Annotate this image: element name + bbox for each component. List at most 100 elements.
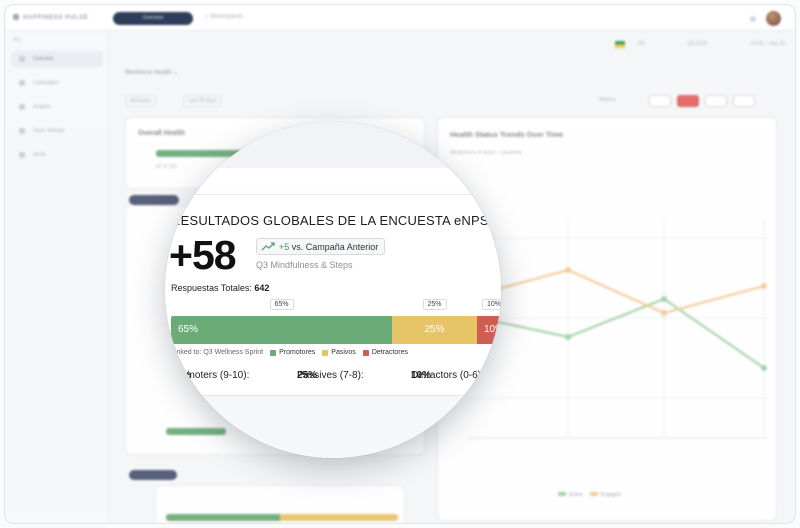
promoters-stat: Promoters (9-10): 65% xyxy=(171,370,249,381)
legend-label: Pasivos xyxy=(331,349,356,356)
stat-label: Promoters (9-10): xyxy=(171,370,250,381)
date-range[interactable]: Jul 01 – Sep 30 xyxy=(750,41,785,47)
enps-title: RESULTADOS GLOBALES DE LA ENCUESTA eNPS xyxy=(171,213,489,228)
notification-icon[interactable] xyxy=(750,15,756,22)
sidebar-item-campaigns[interactable]: Campaigns xyxy=(11,75,103,91)
sidebar-header: ALL xyxy=(13,37,22,43)
enps-score: +58 xyxy=(169,232,237,278)
insights-icon xyxy=(19,104,25,110)
data-point xyxy=(565,267,571,273)
bar-legend: Linked to: Q3 Wellness Sprint Promotores… xyxy=(171,349,408,356)
legend-label: Detractores xyxy=(371,349,408,356)
workspace-label: Workspaces xyxy=(210,14,244,20)
chart-legend: Active Engaged xyxy=(558,492,621,498)
overview-button[interactable]: Overview xyxy=(113,12,193,25)
filter-toggle-1[interactable] xyxy=(649,95,671,107)
sub-header: DE Q3 2024 Jul 01 – Sep 30 xyxy=(109,31,795,57)
breadcrumb[interactable]: Workforce Health ⌄ xyxy=(125,69,178,76)
wellness-bar-green xyxy=(166,514,280,521)
sidebar: ALL Overview Campaigns Insights Team Set… xyxy=(5,31,109,523)
legend-swatch-green xyxy=(558,492,566,496)
filter-toggle-4[interactable] xyxy=(733,95,755,107)
passives-segment[interactable]: 25% xyxy=(392,316,477,344)
legend-swatch-red xyxy=(362,349,369,356)
data-point xyxy=(565,334,571,340)
stat-label: Passives (7-8): xyxy=(297,370,364,381)
filter-toggle-active[interactable] xyxy=(677,95,699,107)
legend-label: Promotores xyxy=(279,349,316,356)
top-bar: HAPPINESS PULSE Overview ⌂ Workspaces xyxy=(5,5,795,31)
passives-tag: 25% xyxy=(422,299,447,310)
enps-results-card: RESULTADOS GLOBALES DE LA ENCUESTA eNPS … xyxy=(165,194,501,396)
segment-filter[interactable]: All teams xyxy=(125,95,156,107)
country-code: DE xyxy=(638,41,645,47)
sidebar-item-overview[interactable]: Overview xyxy=(11,51,103,67)
sidebar-item-label: Insights xyxy=(33,104,51,110)
avatar[interactable] xyxy=(766,11,781,26)
filter-toggle-3[interactable] xyxy=(705,95,727,107)
legend-passives: Pasivos xyxy=(322,349,356,356)
wellness-bar-yellow xyxy=(280,514,398,521)
series-line-active xyxy=(497,297,765,369)
delta-label: vs. Campaña Anterior xyxy=(289,241,379,252)
campaign-name: Q3 Mindfulness & Steps xyxy=(256,260,353,270)
data-point xyxy=(661,310,667,316)
linked-label: Linked to: xyxy=(171,349,202,356)
legend-label: Active xyxy=(569,492,583,498)
breadcrumb-label: Workforce Health xyxy=(125,70,172,76)
top-right-icons xyxy=(750,11,781,26)
filter-bar: All teams Last 90 days Metrics xyxy=(125,95,775,109)
series-line-engaged xyxy=(497,268,765,315)
workspace-selector[interactable]: ⌂ Workspaces xyxy=(205,14,243,20)
legend-promoters: Promotores xyxy=(270,349,315,356)
delta-badge: +5 vs. Campaña Anterior xyxy=(256,238,386,255)
app-window: HAPPINESS PULSE Overview ⌂ Workspaces AL… xyxy=(4,4,796,524)
trend-up-icon xyxy=(261,242,275,251)
settings-icon xyxy=(19,128,25,134)
sidebar-item-insights[interactable]: Insights xyxy=(11,99,103,115)
responses-value: 642 xyxy=(254,283,270,293)
percentage-tags: 65% 25% 10% xyxy=(171,299,501,311)
legend-swatch-orange xyxy=(589,492,598,496)
delta-value: +5 xyxy=(279,241,290,252)
magnifier-lens: RESULTADOS GLOBALES DE LA ENCUESTA eNPS … xyxy=(165,122,501,458)
logo-icon xyxy=(13,14,19,20)
data-point xyxy=(761,365,767,371)
brand-name: HAPPINESS PULSE xyxy=(23,15,89,21)
detractors-segment[interactable]: 10% xyxy=(477,316,501,344)
bell-icon xyxy=(19,152,25,158)
mental-wellness-card xyxy=(155,485,405,523)
campaign-icon xyxy=(19,80,25,86)
detractors-tag: 10% xyxy=(481,299,501,310)
responses-label: Respuestas Totales: xyxy=(171,283,255,293)
range-filter[interactable]: Last 90 days xyxy=(183,95,222,107)
lens-lower-area xyxy=(165,398,501,458)
home-icon xyxy=(19,56,25,62)
enps-stacked-bar: 65% 25% 10% xyxy=(171,316,501,344)
sidebar-item-team-settings[interactable]: Team Settings xyxy=(11,123,103,139)
legend-label: Engaged xyxy=(600,492,621,498)
data-point xyxy=(661,296,667,302)
sidebar-item-alerts[interactable]: Alerts xyxy=(11,147,103,163)
legend-swatch-green xyxy=(270,349,277,356)
promoters-segment[interactable]: 65% xyxy=(171,316,392,344)
sidebar-item-label: Team Settings xyxy=(33,128,65,134)
stat-label: Detractors (0-6): xyxy=(411,370,484,381)
passives-stat: Passives (7-8): 25% xyxy=(297,370,364,381)
view-label: Metrics xyxy=(599,97,616,103)
legend-detractors: Detractores xyxy=(362,349,408,356)
legend-swatch-yellow xyxy=(322,349,329,356)
data-point xyxy=(761,283,767,289)
linked-to[interactable]: Linked to: Q3 Wellness Sprint xyxy=(171,349,263,356)
sidebar-item-label: Alerts xyxy=(33,152,46,158)
promoters-tag: 65% xyxy=(269,299,294,310)
sidebar-item-label: Overview xyxy=(33,56,54,62)
period-selector[interactable]: Q3 2024 xyxy=(688,41,707,47)
linked-value: Q3 Wellness Sprint xyxy=(203,349,264,356)
sidebar-item-label: Campaigns xyxy=(33,80,59,86)
brand-logo: HAPPINESS PULSE xyxy=(13,14,88,21)
chart-gridlines xyxy=(468,218,768,439)
section-tag-2 xyxy=(129,470,177,480)
detractors-stat: Detractors (0-6): 10% xyxy=(411,370,484,381)
country-flag-icon xyxy=(615,41,625,48)
